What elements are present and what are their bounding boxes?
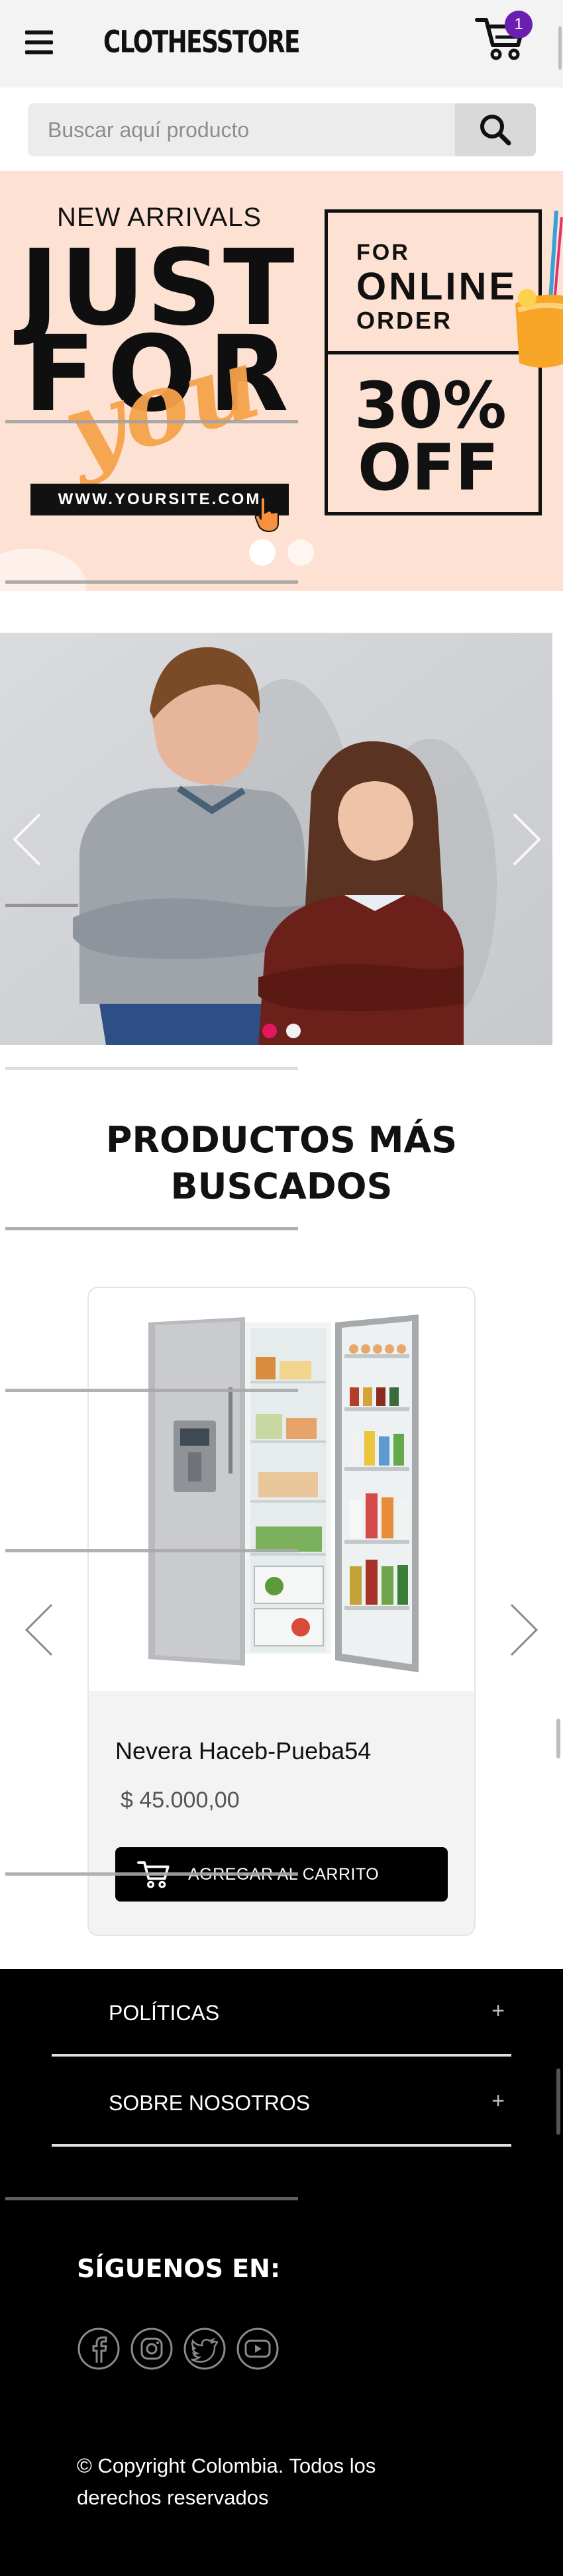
cart-count-badge: 1 (505, 11, 533, 38)
brand-logo[interactable]: CLOTHESSTORE (103, 24, 300, 60)
site-footer: POLÍTICAS + SOBRE NOSOTROS + SÍGUENOS EN… (0, 1969, 563, 2576)
product-next-chevron-icon[interactable] (507, 1602, 540, 1658)
scrollbar-thumb[interactable] (556, 1719, 560, 1758)
promo-online: ONLINE (356, 265, 518, 308)
loading-placeholder-line (5, 1872, 298, 1876)
promo-slide-dot[interactable] (287, 539, 314, 566)
loading-placeholder-line (5, 1227, 298, 1230)
product-image[interactable] (89, 1288, 474, 1691)
promo-website: WWW.YOURSITE.COM (30, 484, 289, 515)
search-bar (28, 103, 536, 156)
loading-placeholder-line (5, 1067, 298, 1070)
product-price: $ 45.000,00 (121, 1788, 240, 1813)
accordion-label: SOBRE NOSOTROS (109, 2091, 311, 2115)
promo-slide-dot-active[interactable] (249, 539, 276, 566)
expand-plus-icon[interactable]: + (491, 1998, 505, 2024)
promo-order: ORDER (356, 307, 453, 334)
drink-illustration (515, 211, 563, 368)
decorative-blob (0, 549, 86, 591)
top-header: CLOTHESSTORE 1 (0, 0, 563, 87)
hamburger-menu-icon[interactable] (25, 29, 54, 56)
section-title-line2: BUSCADOS (170, 1165, 393, 1207)
kids-slide-dot[interactable] (286, 1024, 301, 1038)
accordion-label: POLÍTICAS (109, 2001, 220, 2025)
search-input[interactable] (28, 103, 455, 156)
youtube-icon[interactable] (236, 2327, 280, 2371)
loading-placeholder-line (5, 580, 298, 584)
product-name[interactable]: Nevera Haceb-Pueba54 (115, 1737, 371, 1765)
hamburger-bar (25, 40, 53, 44)
kids-photo (0, 633, 552, 1045)
copyright-text: © Copyright Colombia. Todos los derechos… (77, 2454, 376, 2509)
accordion-sobre-nosotros[interactable]: SOBRE NOSOTROS + (52, 2059, 511, 2147)
section-title: PRODUCTOS MÁS BUSCADOS (0, 1117, 563, 1210)
product-card[interactable]: Nevera Haceb-Pueba54 $ 45.000,00 AGREGAR… (87, 1287, 476, 1936)
chevron-left-icon[interactable] (11, 812, 44, 867)
loading-placeholder-line (5, 1549, 298, 1552)
hamburger-bar (25, 50, 53, 54)
promo-off: OFF (358, 431, 499, 505)
kids-slide-dot-active[interactable] (262, 1024, 277, 1038)
scrollbar-thumb[interactable] (556, 2068, 560, 2135)
scrollbar-thumb[interactable] (558, 27, 562, 70)
product-prev-chevron-icon[interactable] (23, 1602, 56, 1658)
follow-us-title: SÍGUENOS EN: (77, 2254, 281, 2283)
expand-plus-icon[interactable]: + (491, 2088, 505, 2114)
search-button[interactable] (455, 103, 536, 156)
chevron-right-icon[interactable] (510, 812, 543, 867)
facebook-icon[interactable] (77, 2327, 121, 2371)
kids-banner-slider[interactable] (0, 633, 552, 1045)
refrigerator-image (148, 1315, 419, 1672)
loading-placeholder-line (5, 420, 298, 423)
loading-placeholder-line (5, 904, 78, 907)
section-title-line1: PRODUCTOS MÁS (105, 1119, 458, 1161)
search-icon (480, 115, 511, 146)
promo-discount: 30% (354, 368, 507, 443)
loading-placeholder-line (5, 2197, 298, 2200)
promo-for-small: FOR (356, 240, 410, 265)
hamburger-bar (25, 30, 53, 34)
instagram-icon[interactable] (130, 2327, 174, 2371)
accordion-politicas[interactable]: POLÍTICAS + (52, 1969, 511, 2057)
promo-offer-divider (325, 351, 542, 354)
loading-placeholder-line (5, 1389, 298, 1392)
pointer-hand-icon (254, 497, 279, 533)
twitter-icon[interactable] (183, 2327, 227, 2371)
promo-banner-slider[interactable]: NEW ARRIVALS JUST FOR you WWW.YOURSITE.C… (0, 171, 563, 591)
